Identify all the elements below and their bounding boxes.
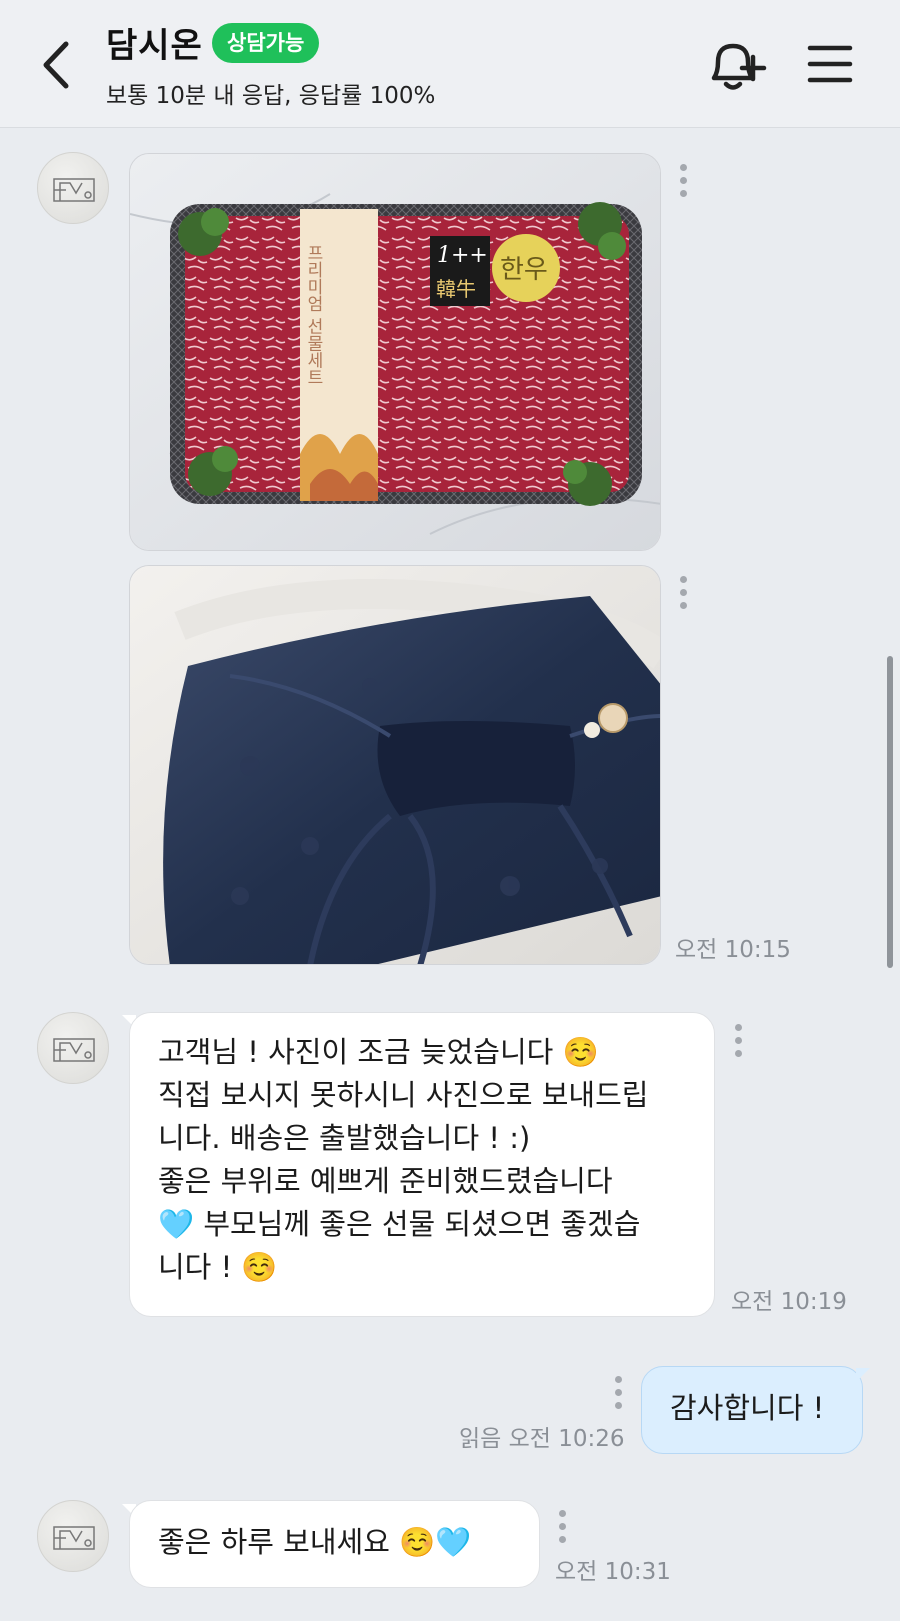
response-info: 보통 10분 내 응답, 응답률 100%	[106, 83, 436, 109]
shop-logo-icon	[53, 1526, 95, 1550]
status-badge: 상담가능	[212, 23, 320, 63]
more-options-button[interactable]	[613, 1376, 623, 1416]
bubble-tail	[856, 1368, 870, 1382]
menu-button[interactable]	[806, 42, 854, 86]
avatar[interactable]	[37, 1500, 109, 1572]
my-message-bubble[interactable]: 감사합니다 !	[641, 1366, 863, 1454]
notification-button[interactable]	[704, 38, 770, 94]
meat-box-image: 프리미엄 선물세트 1++ 韓牛 한우	[130, 154, 660, 550]
hamburger-menu-icon	[807, 45, 853, 83]
more-options-button[interactable]	[733, 1024, 743, 1064]
box-label: 프리미엄 선물세트	[303, 244, 323, 385]
sticker-label: 한우	[500, 255, 548, 285]
read-receipt: 읽음 오전 10:26	[459, 1419, 625, 1453]
avatar[interactable]	[37, 1012, 109, 1084]
shop-logo-icon	[53, 1038, 95, 1062]
more-options-button[interactable]	[557, 1510, 567, 1550]
chevron-left-icon	[43, 41, 69, 89]
more-options-button[interactable]	[678, 576, 688, 616]
photo-meat-gift-box[interactable]: 프리미엄 선물세트 1++ 韓牛 한우	[129, 153, 661, 551]
more-options-button[interactable]	[678, 164, 688, 204]
message-bubble[interactable]: 고객님 ! 사진이 조금 늦었습니다 ☺️ 직접 보시지 못하시니 사진으로 보…	[129, 1012, 715, 1317]
chat-title: 담시온	[106, 26, 203, 66]
message-bubble[interactable]: 좋은 하루 보내세요 ☺️🩵	[129, 1500, 540, 1588]
grade-label: 1++	[437, 243, 488, 268]
chat-header: 담시온 상담가능 보통 10분 내 응답, 응답률 100%	[0, 0, 900, 128]
read-label: 읽음	[459, 1426, 502, 1452]
wrapped-gift-image	[130, 566, 660, 964]
shop-logo-icon	[53, 178, 95, 202]
photo-wrapped-gift[interactable]	[129, 565, 661, 965]
bell-plus-icon	[711, 43, 767, 90]
back-button[interactable]	[36, 36, 80, 94]
message-time: 오전 10:19	[731, 1289, 847, 1315]
message-time: 오전 10:26	[508, 1426, 625, 1452]
avatar[interactable]	[37, 152, 109, 224]
brand-label: 韓牛	[436, 277, 476, 301]
scrollbar[interactable]	[887, 656, 893, 968]
message-time: 오전 10:31	[555, 1559, 671, 1585]
message-time: 오전 10:15	[675, 937, 791, 963]
